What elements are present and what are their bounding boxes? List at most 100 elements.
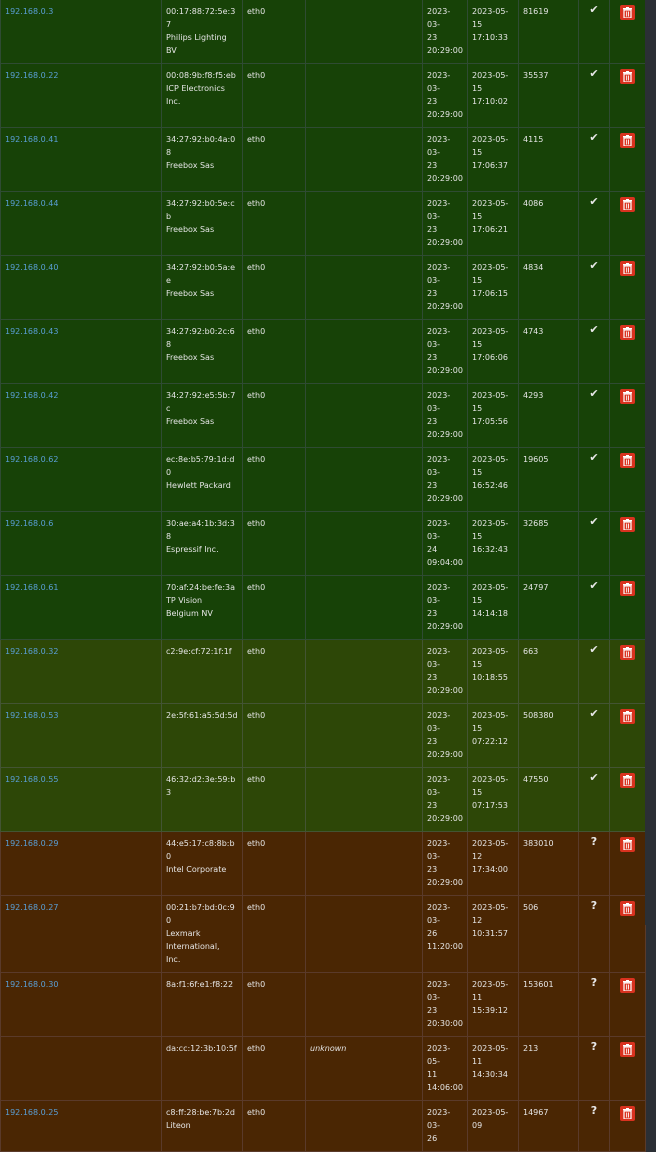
last-seen-time: 14:30:34 [472, 1070, 508, 1079]
ip-link[interactable]: 192.168.0.44 [5, 199, 58, 208]
delete-button[interactable] [620, 978, 635, 993]
last-seen-day: 15 [472, 788, 483, 797]
ip-link[interactable]: 192.168.0.25 [5, 1108, 58, 1117]
note-cell [305, 831, 423, 896]
ip-link[interactable]: 192.168.0.6 [5, 519, 53, 528]
note-cell [305, 511, 423, 576]
vendor-line: Liteon [166, 1121, 191, 1130]
delete-cell [609, 127, 646, 192]
last-seen-date: 2023-05- [472, 7, 509, 16]
count-cell: 81619 [518, 0, 579, 64]
mac-cell: 00:21:b7:bd:0c:90 Lexmark International, In… [161, 895, 243, 973]
ip-link[interactable]: 192.168.0.41 [5, 135, 58, 144]
trash-icon [623, 1108, 632, 1119]
delete-button[interactable] [620, 69, 635, 84]
ip-cell: 192.168.0.44 [0, 191, 162, 256]
last-seen-time: 07:22:12 [472, 737, 508, 746]
last-seen-day: 11 [472, 1057, 483, 1066]
last-seen-date: 2023-05- [472, 1108, 509, 1117]
delete-button[interactable] [620, 517, 635, 532]
first-seen-cell: 2023-03- 26 [422, 1100, 468, 1152]
mac-cell: 00:17:88:72:5e:37 Philips Lighting BV [161, 0, 243, 64]
mac-address: 44:e5:17:c8:8b:b0 [166, 839, 235, 861]
delete-button[interactable] [620, 389, 635, 404]
ip-link[interactable]: 192.168.0.29 [5, 839, 58, 848]
ip-link[interactable]: 192.168.0.30 [5, 980, 58, 989]
delete-button[interactable] [620, 453, 635, 468]
first-seen-cell: 2023-03- 23 20:29:00 [422, 255, 468, 320]
ip-link[interactable]: 192.168.0.40 [5, 263, 58, 272]
last-seen-day: 15 [472, 660, 483, 669]
delete-cell [609, 255, 646, 320]
first-seen-time: 20:29:00 [427, 878, 463, 887]
last-seen-time: 17:06:21 [472, 225, 508, 234]
interface-cell: eth0 [242, 1100, 306, 1152]
table-row: 192.168.0.62 ec:8e:b5:79:1d:d0 Hewlett Pac… [0, 447, 646, 512]
delete-button[interactable] [620, 1106, 635, 1121]
delete-button[interactable] [620, 773, 635, 788]
last-seen-cell: 2023-05- 15 17:06:21 [467, 191, 519, 256]
ip-cell: 192.168.0.22 [0, 63, 162, 128]
trash-icon [623, 903, 632, 914]
last-seen-date: 2023-05- [472, 775, 509, 784]
delete-button[interactable] [620, 581, 635, 596]
first-seen-date: 2023-03- [427, 263, 451, 285]
mac-address: 2e:5f:61:a5:5d:5d [166, 711, 238, 720]
first-seen-date: 2023-05- [427, 1044, 451, 1066]
vendor-name: Freebox Sas [166, 223, 238, 236]
ip-link[interactable]: 192.168.0.22 [5, 71, 58, 80]
delete-cell [609, 447, 646, 512]
ip-link[interactable]: 192.168.0.62 [5, 455, 58, 464]
delete-button[interactable] [620, 645, 635, 660]
first-seen-day: 23 [427, 97, 438, 106]
vendor-name: Intel Corporate [166, 863, 238, 876]
vendor-line: TP Vision [166, 596, 203, 605]
delete-button[interactable] [620, 901, 635, 916]
interface-cell: eth0 [242, 191, 306, 256]
count-cell: 19605 [518, 447, 579, 512]
ip-link[interactable]: 192.168.0.27 [5, 903, 58, 912]
delete-button[interactable] [620, 5, 635, 20]
ip-link[interactable]: 192.168.0.53 [5, 711, 58, 720]
delete-cell [609, 191, 646, 256]
mac-address: 34:27:92:b0:4a:08 [166, 135, 236, 157]
delete-button[interactable] [620, 837, 635, 852]
check-icon: ✔ [589, 643, 599, 656]
last-seen-day: 15 [472, 404, 483, 413]
delete-button[interactable] [620, 1042, 635, 1057]
first-seen-day: 23 [427, 289, 438, 298]
vendor-line: Freebox Sas [166, 161, 215, 170]
ip-link[interactable]: 192.168.0.43 [5, 327, 58, 336]
delete-cell [609, 831, 646, 896]
mac-address: da:cc:12:3b:10:5f [166, 1044, 237, 1053]
ip-link[interactable]: 192.168.0.42 [5, 391, 58, 400]
last-seen-cell: 2023-05- 12 17:34:00 [467, 831, 519, 896]
first-seen-day: 24 [427, 545, 438, 554]
ip-link[interactable]: 192.168.0.3 [5, 7, 53, 16]
devices-table-body: 192.168.0.3 00:17:88:72:5e:37 Philips Ligh… [0, 0, 646, 1152]
question-icon: ? [590, 899, 598, 912]
ip-cell: 192.168.0.41 [0, 127, 162, 192]
check-icon: ✔ [589, 579, 599, 592]
delete-button[interactable] [620, 325, 635, 340]
first-seen-time: 20:29:00 [427, 110, 463, 119]
first-seen-time: 20:29:00 [427, 430, 463, 439]
vendor-line: Freebox Sas [166, 353, 215, 362]
delete-button[interactable] [620, 709, 635, 724]
ip-cell [0, 1036, 162, 1101]
delete-button[interactable] [620, 261, 635, 276]
first-seen-time: 20:29:00 [427, 686, 463, 695]
status-cell: ? [578, 895, 610, 973]
count-cell: 47550 [518, 767, 579, 832]
interface-cell: eth0 [242, 703, 306, 768]
table-row: 192.168.0.6 30:ae:a4:1b:3d:38 Espressif In… [0, 511, 646, 576]
ip-link[interactable]: 192.168.0.32 [5, 647, 58, 656]
delete-button[interactable] [620, 133, 635, 148]
delete-cell [609, 0, 646, 64]
ip-link[interactable]: 192.168.0.55 [5, 775, 58, 784]
delete-button[interactable] [620, 197, 635, 212]
ip-cell: 192.168.0.53 [0, 703, 162, 768]
first-seen-cell: 2023-03- 23 20:29:00 [422, 0, 468, 64]
ip-link[interactable]: 192.168.0.61 [5, 583, 58, 592]
count-cell: 4743 [518, 319, 579, 384]
